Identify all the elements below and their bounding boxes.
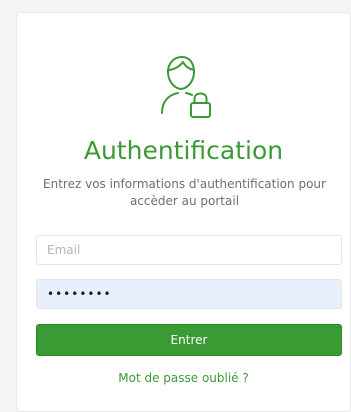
- user-lock-icon: [17, 53, 350, 119]
- email-field[interactable]: [36, 235, 342, 265]
- login-instructions: Entrez vos informations d'authentificati…: [43, 177, 326, 208]
- login-card: Authentification Entrez vos informations…: [16, 12, 351, 412]
- password-field[interactable]: [36, 279, 342, 309]
- forgot-password-link[interactable]: Mot de passe oublié ?: [17, 371, 350, 385]
- page-title: Authentification: [83, 136, 284, 165]
- submit-button[interactable]: Entrer: [36, 324, 342, 356]
